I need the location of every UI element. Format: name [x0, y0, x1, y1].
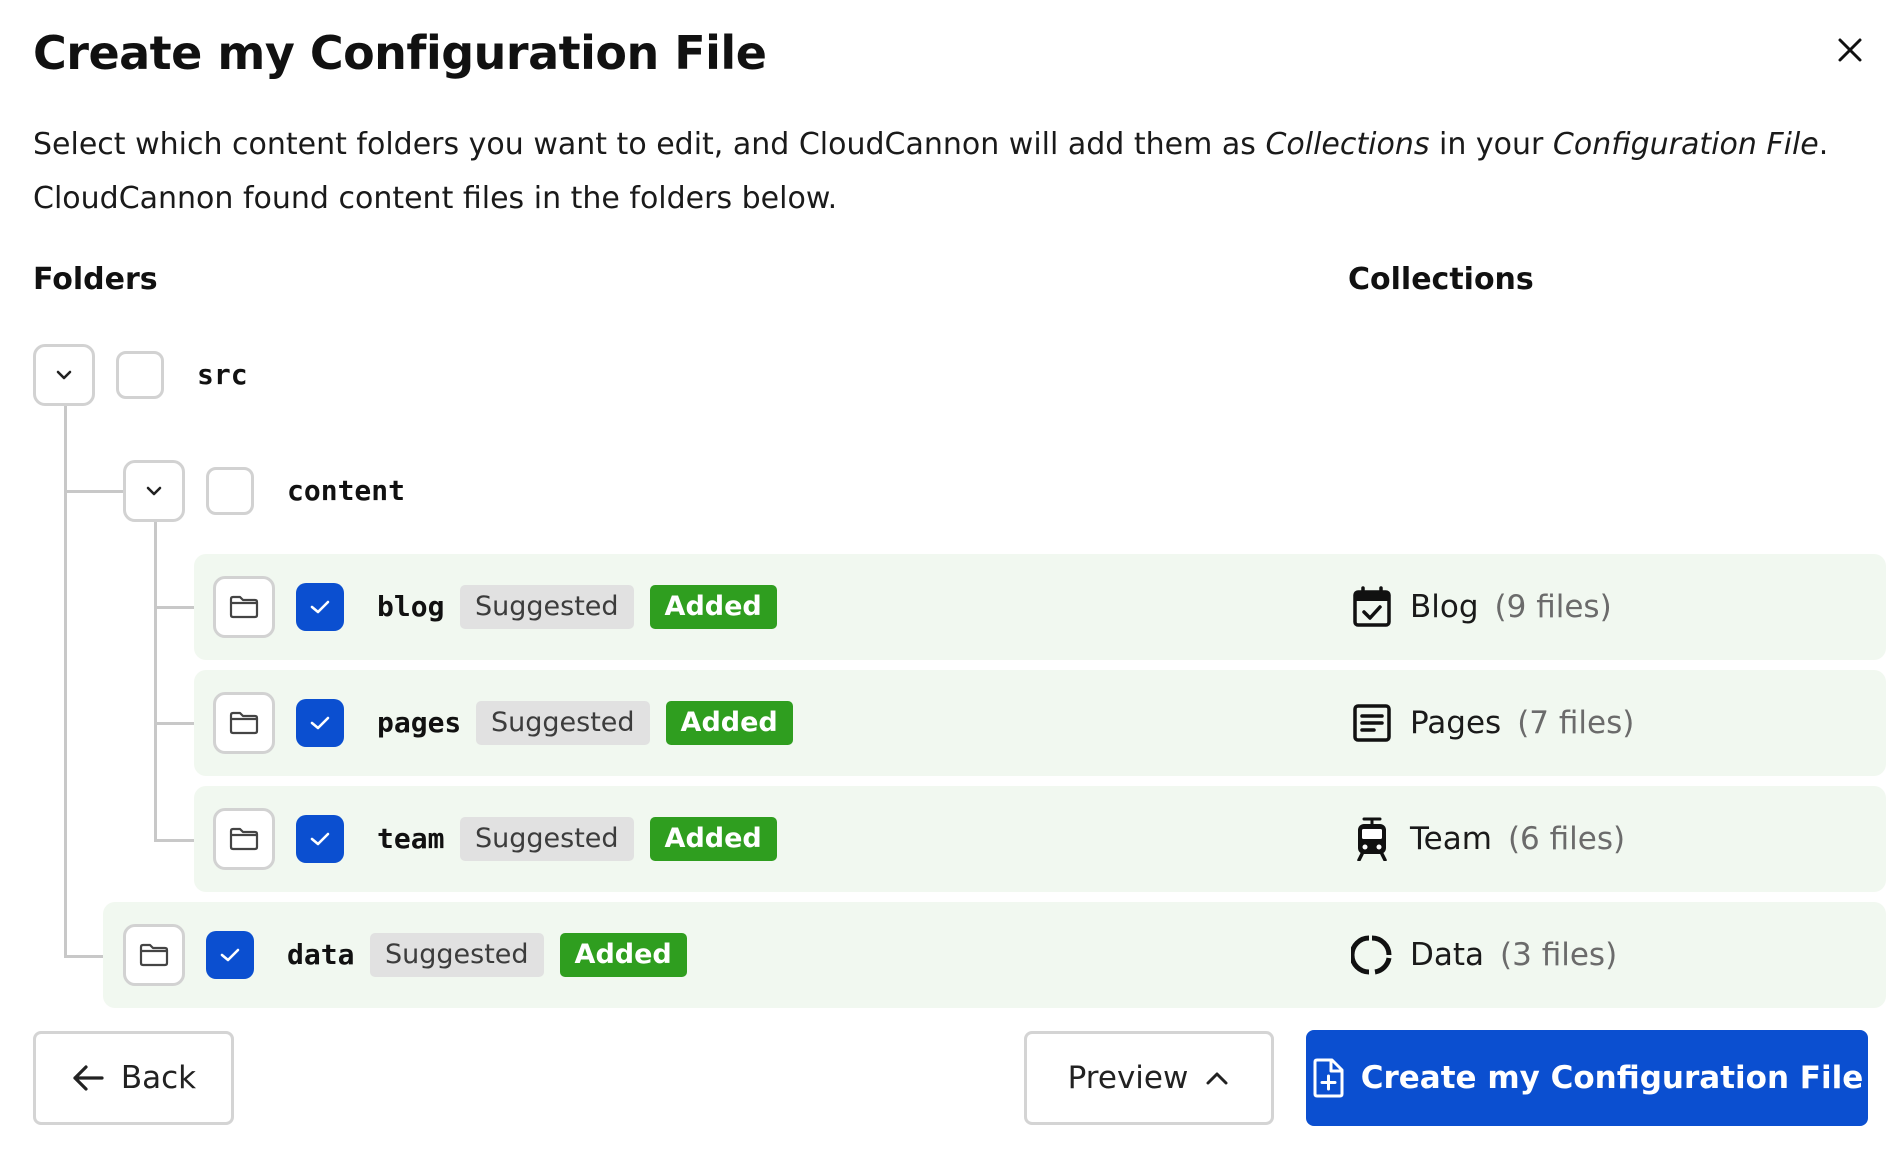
- collection-name: Team: [1410, 821, 1492, 857]
- collection-count: (6 files): [1507, 821, 1626, 857]
- dialog-title: Create my Configuration File: [33, 26, 767, 80]
- folder-badges-blog: Suggested Added: [460, 585, 777, 629]
- article-icon: [1350, 701, 1394, 745]
- folder-icon: [229, 827, 259, 851]
- expand-toggle-content[interactable]: [123, 460, 185, 522]
- tree-line: [64, 490, 124, 493]
- folder-name-team: team: [377, 822, 445, 855]
- create-config-button[interactable]: Create my Configuration File: [1306, 1030, 1868, 1126]
- calendar-check-icon: [1350, 585, 1394, 629]
- folder-icon: [139, 943, 169, 967]
- back-button-label: Back: [120, 1060, 197, 1096]
- file-plus-icon: [1313, 1058, 1344, 1098]
- expand-toggle-src[interactable]: [33, 344, 95, 406]
- added-badge: Added: [559, 933, 687, 977]
- collection-count: (3 files): [1500, 937, 1618, 973]
- folder-row-blog[interactable]: [194, 554, 1886, 660]
- folder-name-data: data: [287, 938, 355, 971]
- folder-badges-data: Suggested Added: [370, 933, 687, 977]
- tree-line: [64, 406, 67, 958]
- folder-row-team[interactable]: [194, 786, 1886, 892]
- folder-name-src: src: [197, 358, 248, 391]
- preview-button[interactable]: Preview: [1024, 1031, 1274, 1125]
- chevron-down-icon: [56, 370, 72, 380]
- added-badge: Added: [649, 585, 777, 629]
- suggested-badge: Suggested: [460, 817, 634, 861]
- collection-data: Data (3 files): [1350, 931, 1617, 979]
- folder-button-blog[interactable]: [213, 576, 275, 638]
- folder-badges-team: Suggested Added: [460, 817, 777, 861]
- folder-name-blog: blog: [377, 590, 445, 623]
- dialog-description: Select which content folders you want to…: [33, 127, 1829, 216]
- folder-checkbox-content[interactable]: [206, 467, 254, 515]
- collection-count: (7 files): [1517, 705, 1635, 741]
- collection-name: Blog: [1410, 589, 1479, 625]
- folder-badges-pages: Suggested Added: [476, 701, 793, 745]
- folder-checkbox-team[interactable]: [296, 815, 344, 863]
- tram-icon: [1350, 817, 1394, 861]
- suggested-badge: Suggested: [476, 701, 650, 745]
- check-icon: [310, 832, 330, 846]
- collection-blog: Blog (9 files): [1350, 583, 1612, 631]
- folder-checkbox-pages[interactable]: [296, 699, 344, 747]
- arrow-left-icon: [73, 1065, 104, 1091]
- tree-line: [154, 522, 157, 842]
- chevron-up-icon: [1206, 1072, 1228, 1085]
- check-icon: [310, 716, 330, 730]
- check-icon: [220, 948, 240, 962]
- back-button[interactable]: Back: [33, 1031, 234, 1125]
- folder-icon: [229, 595, 259, 619]
- check-icon: [310, 600, 330, 614]
- folder-icon: [229, 711, 259, 735]
- collection-team: Team (6 files): [1350, 815, 1625, 863]
- folder-checkbox-data[interactable]: [206, 931, 254, 979]
- collection-count: (9 files): [1494, 589, 1612, 625]
- donut-icon: [1350, 933, 1394, 977]
- collection-name: Pages: [1410, 705, 1502, 741]
- create-config-button-label: Create my Configuration File: [1360, 1060, 1864, 1096]
- collection-pages: Pages (7 files): [1350, 699, 1634, 747]
- folder-name-pages: pages: [377, 706, 462, 739]
- folders-column-heading: Folders: [33, 262, 158, 297]
- close-icon: [1838, 38, 1862, 62]
- folder-button-data[interactable]: [123, 924, 185, 986]
- collection-name: Data: [1410, 937, 1485, 973]
- folder-button-pages[interactable]: [213, 692, 275, 754]
- folder-checkbox-blog[interactable]: [296, 583, 344, 631]
- collections-column-heading: Collections: [1348, 262, 1534, 297]
- suggested-badge: Suggested: [370, 933, 544, 977]
- folder-name-content: content: [287, 474, 406, 507]
- folder-checkbox-src[interactable]: [116, 351, 164, 399]
- added-badge: Added: [665, 701, 793, 745]
- preview-button-label: Preview: [1067, 1060, 1189, 1096]
- folder-button-team[interactable]: [213, 808, 275, 870]
- added-badge: Added: [649, 817, 777, 861]
- chevron-down-icon: [146, 486, 162, 496]
- suggested-badge: Suggested: [460, 585, 634, 629]
- close-button[interactable]: [1822, 22, 1878, 78]
